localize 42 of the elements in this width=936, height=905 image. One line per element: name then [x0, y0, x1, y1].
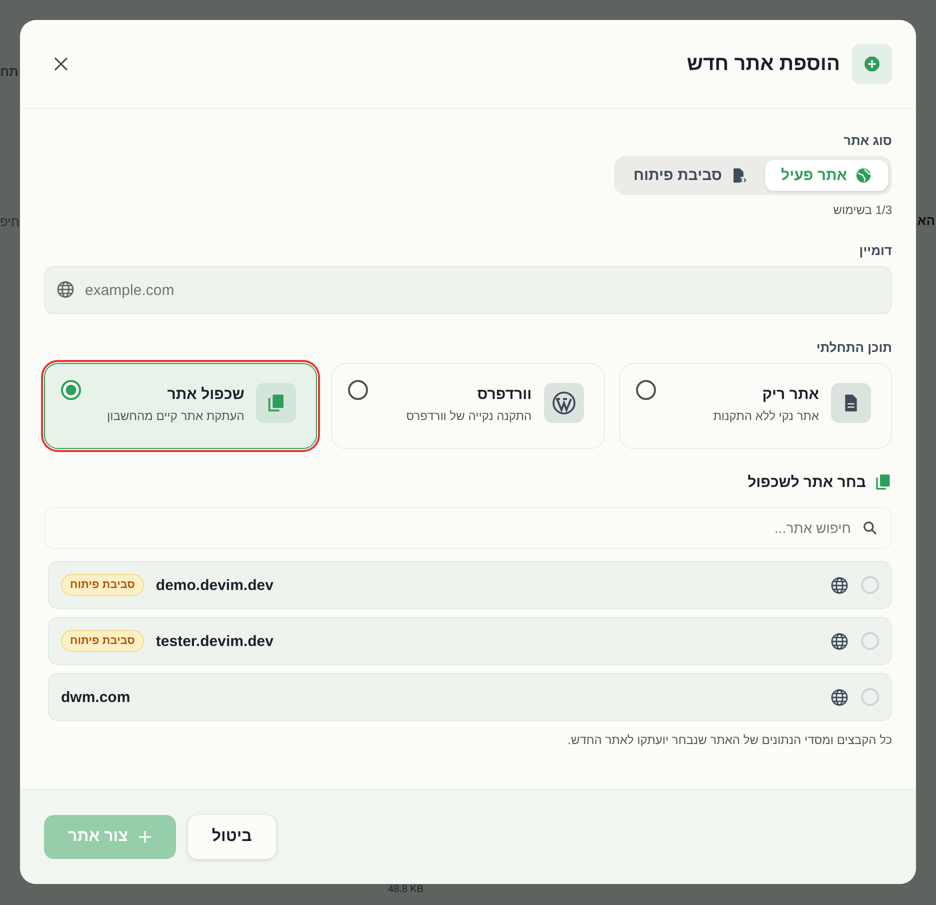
option-title: וורדפרס	[476, 386, 532, 403]
site-list-item[interactable]: dwm.com	[48, 673, 892, 721]
wordpress-icon	[544, 383, 584, 423]
globe-icon	[830, 632, 849, 650]
radio-button[interactable]	[348, 380, 368, 400]
environment-badge: סביבת פיתוח	[61, 574, 144, 596]
background-text: 48.8 KB	[388, 884, 424, 895]
cancel-button[interactable]: ביטול	[188, 815, 276, 859]
search-field[interactable]: חיפוש אתר...	[44, 507, 892, 549]
site-type-tab[interactable]: סביבת פיתוח	[618, 160, 764, 191]
environment-badge: סביבת פיתוח	[61, 630, 144, 652]
option-title: אתר ריק	[761, 386, 819, 403]
globe-icon	[855, 167, 872, 184]
starter-option-card[interactable]: אתר ריק אתר נקי ללא התקנות	[618, 363, 892, 449]
radio-button[interactable]	[61, 380, 81, 400]
site-domain: demo.devim.dev	[156, 576, 274, 594]
field-label: תוכן התחלתי	[815, 340, 892, 355]
starter-option-card[interactable]: שכפול אתר העתקת אתר קיים מהחשבון	[44, 363, 318, 449]
globe-icon	[830, 688, 849, 706]
option-title: שכפול אתר	[166, 386, 244, 403]
field-label: דומיין	[858, 243, 892, 258]
option-description: העתקת אתר קיים מהחשבון	[106, 409, 244, 423]
site-domain: tester.devim.dev	[156, 632, 274, 650]
field-label: סוג אתר	[842, 133, 892, 148]
globe-icon	[56, 280, 75, 299]
copy-icon	[256, 383, 296, 423]
starter-option-card[interactable]: וורדפרס התקנה נקייה של וורדפרס	[331, 363, 605, 449]
help-text: כל הקבצים ומסדי הנתונים של האתר שנבחר יועתקו לאתר החדש.	[566, 733, 892, 747]
section-title: בחר אתר לשכפול	[748, 474, 866, 490]
domain-input[interactable]: example.com	[44, 266, 892, 314]
option-description: התקנה נקייה של וורדפרס	[405, 409, 532, 423]
radio-button[interactable]	[636, 380, 656, 400]
document-icon	[831, 383, 871, 423]
option-description: אתר נקי ללא התקנות	[712, 409, 819, 423]
site-domain: dwm.com	[61, 688, 130, 706]
dialog-title: הוספת אתר חדש	[686, 52, 840, 76]
background-text: הא	[917, 212, 935, 230]
globe-icon	[830, 576, 849, 594]
close-button[interactable]	[52, 55, 70, 73]
plus-icon	[138, 830, 152, 844]
copy-icon	[874, 473, 892, 491]
usage-count: 1/3 בשימוש	[832, 203, 892, 217]
